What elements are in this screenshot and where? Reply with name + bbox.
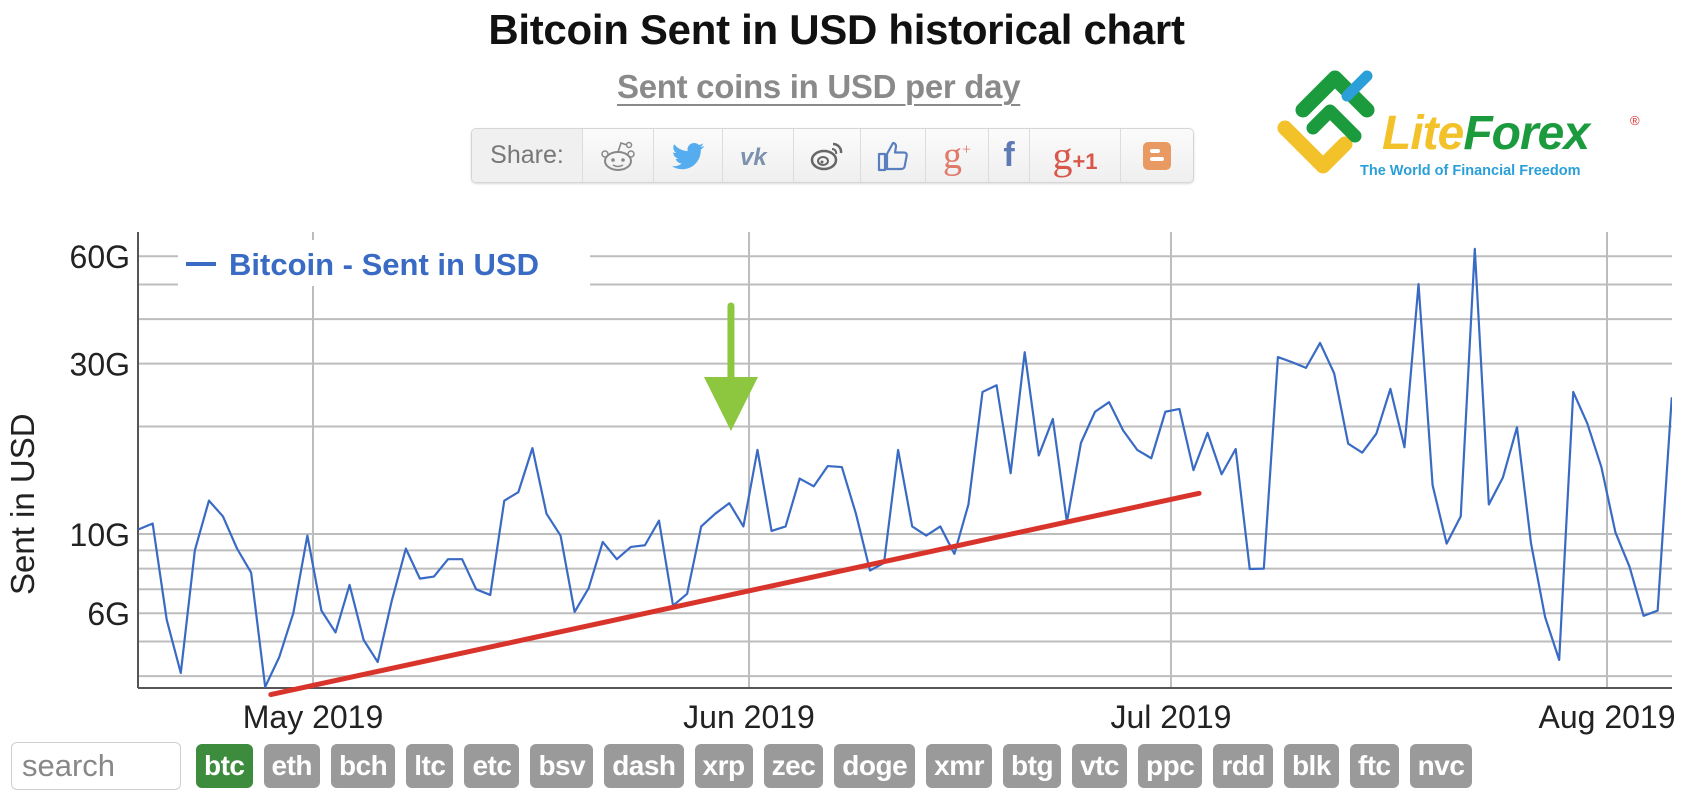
coin-tab-nvc[interactable]: nvc <box>1409 744 1473 788</box>
coin-tab-ltc[interactable]: ltc <box>406 744 454 788</box>
coin-tab-eth[interactable]: eth <box>263 744 320 788</box>
x-tick-label: Jul 2019 <box>1110 699 1231 735</box>
coin-tab-bsv[interactable]: bsv <box>530 744 594 788</box>
x-tick-label: Jun 2019 <box>683 699 815 735</box>
trendline-annotation <box>268 490 1202 698</box>
coin-search-input[interactable] <box>11 742 181 790</box>
x-tick-label: May 2019 <box>243 699 384 735</box>
coin-tab-doge[interactable]: doge <box>834 744 916 788</box>
coin-selector: btc eth bch ltc etc bsv dash xrp zec doge xmr btg vt… <box>196 744 1473 788</box>
coin-tab-vtc[interactable]: vtc <box>1072 744 1128 788</box>
coin-tab-blk[interactable]: blk <box>1283 744 1339 788</box>
legend-label: Bitcoin - Sent in USD <box>229 247 539 282</box>
coin-tab-btg[interactable]: btg <box>1003 744 1062 788</box>
coin-tab-xmr[interactable]: xmr <box>926 744 993 788</box>
coin-tab-zec[interactable]: zec <box>763 744 824 788</box>
coin-tab-dash[interactable]: dash <box>604 744 684 788</box>
y-tick-label: 60G <box>70 239 130 275</box>
chart-grid <box>138 232 1672 688</box>
y-tick-label: 30G <box>70 347 130 383</box>
x-tick-label: Aug 2019 <box>1538 699 1675 735</box>
coin-tab-ftc[interactable]: ftc <box>1349 744 1399 788</box>
series-line <box>138 247 1672 688</box>
y-tick-label: 10G <box>70 517 130 553</box>
coin-tab-rdd[interactable]: rdd <box>1213 744 1273 788</box>
coin-tab-xrp[interactable]: xrp <box>694 744 753 788</box>
chart-legend: Bitcoin - Sent in USD <box>178 240 590 286</box>
y-axis-ticks: 6G 10G 30G 60G <box>70 239 130 632</box>
coin-tab-btc[interactable]: btc <box>196 744 253 788</box>
y-tick-label: 6G <box>87 596 130 632</box>
x-axis-ticks: May 2019 Jun 2019 Jul 2019 Aug 2019 <box>243 699 1676 735</box>
line-chart: 6G 10G 30G 60G May 2019 Jun 2019 Jul 2019 Aug … <box>70 232 1676 735</box>
coin-tab-bch[interactable]: bch <box>331 744 396 788</box>
series-group <box>138 247 1672 688</box>
coin-tab-etc[interactable]: etc <box>464 744 520 788</box>
coin-tab-ppc[interactable]: ppc <box>1138 744 1203 788</box>
